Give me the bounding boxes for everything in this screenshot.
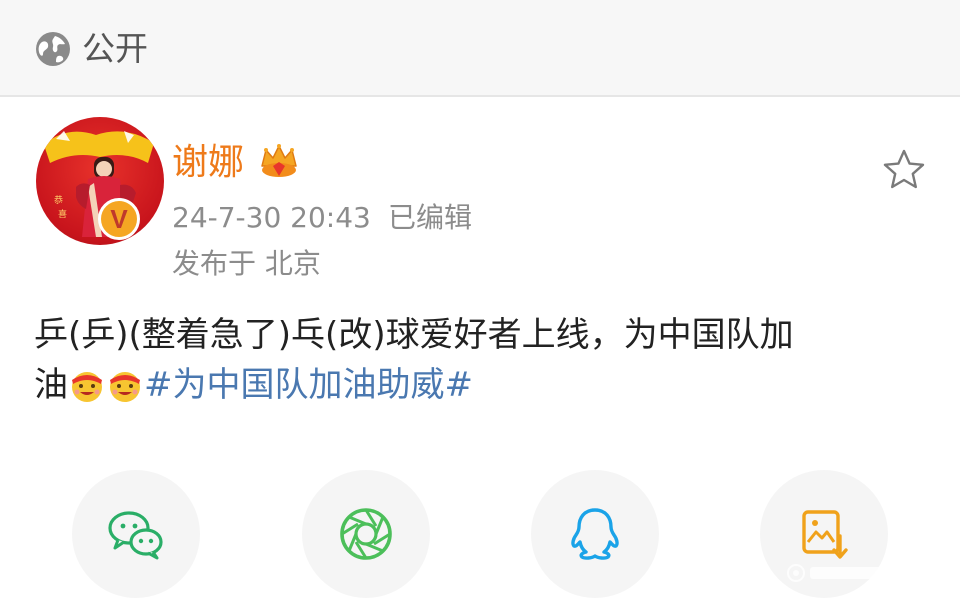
- post-location: 发布于 北京: [172, 247, 321, 280]
- visibility-bar: 公开: [0, 0, 960, 97]
- star-icon[interactable]: [880, 146, 928, 194]
- post-text-tail: 油: [34, 365, 68, 405]
- cheer-emoji: [72, 372, 102, 402]
- edited-label: 已编辑: [388, 201, 473, 234]
- share-wechat-button[interactable]: [72, 470, 200, 598]
- hashtag-link[interactable]: #为中国队加油助威#: [144, 365, 473, 405]
- save-image-icon: [802, 510, 848, 559]
- watermark-logo: [787, 564, 948, 582]
- cheer-emoji: [110, 372, 140, 402]
- post-body: 乒(乒)(整着急了)乓(改)球爱好者上线，为中国队加 油 #为中国队加油助威#: [34, 310, 934, 410]
- qq-icon: [571, 508, 619, 560]
- post-text-line-1: 乒(乒)(整着急了)乓(改)球爱好者上线，为中国队加: [34, 315, 794, 355]
- globe-icon: [36, 32, 70, 66]
- svg-text:恭: 恭: [54, 195, 63, 206]
- post-text-line-2: 油 #为中国队加油助威#: [34, 360, 934, 410]
- post-time: 24-7-30 20:43: [172, 201, 371, 234]
- share-moments-button[interactable]: [302, 470, 430, 598]
- crown-icon: [261, 144, 297, 177]
- verified-badge: V: [98, 198, 140, 240]
- svg-text:喜: 喜: [58, 208, 67, 220]
- author-name[interactable]: 谢娜: [172, 140, 244, 186]
- moments-icon: [340, 508, 392, 560]
- share-qq-button[interactable]: [531, 470, 659, 598]
- visibility-label: 公开: [82, 29, 148, 68]
- wechat-icon: [108, 511, 163, 560]
